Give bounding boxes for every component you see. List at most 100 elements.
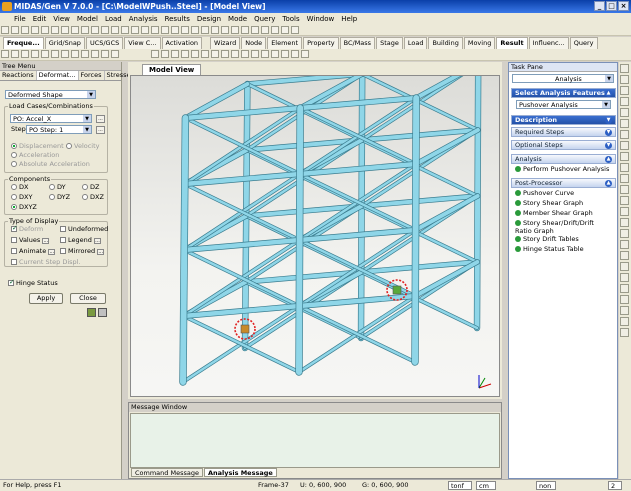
line-snap-icon[interactable]: [31, 50, 39, 58]
search-icon[interactable]: [620, 306, 629, 315]
zoom-icon[interactable]: [81, 26, 89, 34]
snap-line-icon[interactable]: [620, 97, 629, 106]
component-dxy[interactable]: DXY: [11, 193, 32, 201]
display-undeformed[interactable]: Undeformed: [60, 225, 108, 233]
story-drift-icon[interactable]: [251, 50, 259, 58]
tab-activation[interactable]: Activation: [161, 37, 203, 49]
dynamic-view-icon[interactable]: [91, 50, 99, 58]
tab-stage[interactable]: Stage: [376, 37, 403, 49]
result-acceleration[interactable]: Acceleration: [11, 151, 59, 159]
arrow-icon[interactable]: [620, 141, 629, 150]
pushover-curve-link[interactable]: Pushover Curve: [515, 189, 574, 198]
lock-icon[interactable]: [61, 26, 69, 34]
deformed-shape-select[interactable]: Deformed Shape ▼: [5, 90, 96, 99]
menu-analysis[interactable]: Analysis: [129, 13, 158, 25]
animate-more-button[interactable]: ...: [48, 249, 56, 255]
deform-icon[interactable]: [161, 50, 169, 58]
fit-icon[interactable]: [111, 26, 119, 34]
reaction-icon[interactable]: [151, 50, 159, 58]
tab-command-message[interactable]: Command Message: [131, 468, 203, 477]
menu-tools[interactable]: Tools: [282, 13, 299, 25]
mode-shape-icon[interactable]: [231, 50, 239, 58]
snap-icon[interactable]: [11, 50, 19, 58]
analysis-header[interactable]: Analysis ▲: [511, 154, 616, 164]
minimize-button[interactable]: _: [594, 1, 605, 11]
unselect-icon[interactable]: [221, 26, 229, 34]
perform-pushover-analysis-link[interactable]: Perform Pushover Analysis: [515, 165, 609, 174]
story-shear-graph-link[interactable]: Story Shear Graph: [515, 199, 583, 208]
menu-results[interactable]: Results: [165, 13, 190, 25]
display-legend[interactable]: Legend ...: [60, 236, 101, 244]
hinge-status-table-link[interactable]: Hinge Status Table: [515, 245, 584, 254]
arrow-icon[interactable]: [620, 174, 629, 183]
load-case-select[interactable]: PO: Accel_X ▼: [10, 114, 92, 123]
result-displacement[interactable]: Displacement: [11, 142, 64, 150]
display-current-step[interactable]: Current Step Displ.: [11, 258, 81, 266]
shape-icon[interactable]: [620, 240, 629, 249]
shape-icon[interactable]: [620, 218, 629, 227]
mirrored-more-button[interactable]: ...: [97, 249, 105, 255]
tab-property[interactable]: Property: [303, 37, 339, 49]
inactivate-icon[interactable]: [241, 26, 249, 34]
display-mirrored[interactable]: Mirrored ...: [60, 247, 105, 255]
load-case-more-button[interactable]: ...: [96, 115, 105, 123]
display-animate[interactable]: Animate ...: [11, 247, 56, 255]
task-pane-mode-select[interactable]: Analysis ▼: [512, 74, 614, 83]
legend-more-button[interactable]: ...: [93, 238, 101, 244]
post-processor-header[interactable]: Post-Processor ▲: [511, 178, 616, 188]
truss-force-icon[interactable]: [201, 50, 209, 58]
page-field[interactable]: 2: [608, 481, 622, 490]
new-icon[interactable]: [1, 26, 9, 34]
tab-element[interactable]: Element: [267, 37, 303, 49]
shape-icon[interactable]: [620, 207, 629, 216]
side-view-icon[interactable]: [151, 26, 159, 34]
front-view-icon[interactable]: [141, 26, 149, 34]
apply-button[interactable]: Apply: [29, 293, 63, 304]
buckling-icon[interactable]: [241, 50, 249, 58]
ucs-icon[interactable]: [61, 50, 69, 58]
point-snap-icon[interactable]: [21, 50, 29, 58]
component-dxz[interactable]: DXZ: [82, 193, 104, 201]
render-icon[interactable]: [181, 26, 189, 34]
table-icon[interactable]: [291, 50, 299, 58]
tab-forces[interactable]: Forces: [79, 71, 105, 80]
open-icon[interactable]: [11, 26, 19, 34]
result-velocity[interactable]: Velocity: [66, 142, 100, 150]
print-icon[interactable]: [31, 26, 39, 34]
tab-freque[interactable]: Freque...: [3, 37, 44, 49]
gcs-icon[interactable]: [71, 50, 79, 58]
tab-node[interactable]: Node: [241, 37, 267, 49]
arrow-icon[interactable]: [620, 163, 629, 172]
menu-edit[interactable]: Edit: [33, 13, 47, 25]
node-snap-icon[interactable]: [41, 50, 49, 58]
link-icon[interactable]: [620, 284, 629, 293]
element-snap-icon[interactable]: [51, 50, 59, 58]
arrow-icon[interactable]: [620, 152, 629, 161]
close-button[interactable]: ×: [618, 1, 629, 11]
menu-design[interactable]: Design: [197, 13, 221, 25]
hinge-status-checkbox[interactable]: Hinge Status: [8, 278, 58, 287]
beam-diagram-icon[interactable]: [191, 50, 199, 58]
story-drift-tables-link[interactable]: Story Drift Tables: [515, 235, 579, 244]
hidden-icon[interactable]: [161, 26, 169, 34]
activate-all-icon[interactable]: [101, 50, 109, 58]
result-absolute-acceleration[interactable]: Absolute Acceleration: [11, 160, 90, 168]
values-more-button[interactable]: ...: [42, 238, 50, 244]
analysis-run-icon[interactable]: [71, 26, 79, 34]
tab-influence[interactable]: Influenc...: [528, 37, 569, 49]
point-grid-icon[interactable]: [620, 64, 629, 73]
activate-icon[interactable]: [231, 26, 239, 34]
tab-wizard[interactable]: Wizard: [210, 37, 241, 49]
tab-query[interactable]: Query: [569, 37, 598, 49]
graph-icon[interactable]: [301, 50, 309, 58]
shape-icon[interactable]: [620, 251, 629, 260]
shrink-icon[interactable]: [281, 26, 289, 34]
window-select-icon[interactable]: [201, 26, 209, 34]
component-dyz[interactable]: DYZ: [49, 193, 70, 201]
tab-load[interactable]: Load: [403, 37, 428, 49]
undo-icon[interactable]: [41, 26, 49, 34]
envelope-icon[interactable]: [271, 50, 279, 58]
component-dz[interactable]: DZ: [82, 183, 99, 191]
step-more-button[interactable]: ...: [96, 126, 105, 134]
tab-grid-snap[interactable]: Grid/Snap: [44, 37, 85, 49]
